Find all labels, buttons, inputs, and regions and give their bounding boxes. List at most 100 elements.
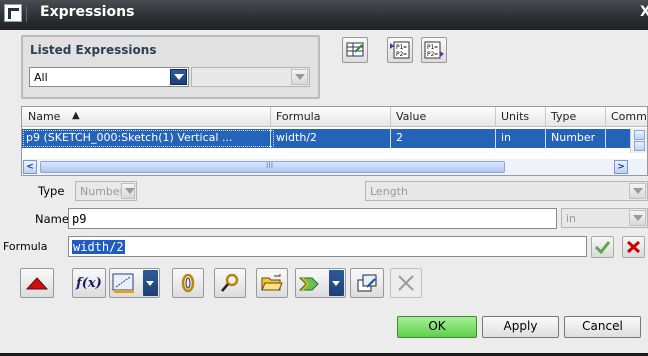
column-divider[interactable]: [390, 107, 391, 127]
cancel-button[interactable]: Cancel: [564, 316, 641, 338]
close-icon: [626, 240, 641, 254]
chevron-down-icon: [146, 281, 154, 286]
collapse-up-icon: [25, 277, 49, 290]
horizontal-scroll-thumb[interactable]: III: [40, 161, 505, 173]
listed-filter-value: All: [34, 71, 48, 84]
svg-text:P2=: P2=: [396, 51, 407, 58]
import-p1-p2-icon: P1= P2=: [424, 41, 444, 59]
dialog-body: Listed Expressions All P1= P2= P1= P2= N…: [0, 30, 648, 356]
measure-button[interactable]: [109, 268, 160, 298]
listed-expressions-group: Listed Expressions All: [21, 35, 320, 99]
open-folder-icon: [261, 274, 283, 291]
listed-secondary-dropdown[interactable]: [191, 67, 310, 87]
formula-editor-dropdown[interactable]: [329, 270, 344, 296]
delete-button[interactable]: [390, 268, 422, 298]
chevron-down-icon: [332, 281, 340, 286]
name-label: Name: [35, 212, 69, 226]
delete-icon: [398, 275, 414, 291]
measure-dropdown[interactable]: [143, 270, 158, 296]
ok-button[interactable]: OK: [397, 316, 477, 338]
accept-edit-button[interactable]: [591, 236, 614, 258]
cell-units: in: [501, 131, 512, 144]
close-button[interactable]: X: [640, 4, 648, 22]
formula-editor-button[interactable]: [295, 268, 346, 298]
interpart-icon: [357, 274, 377, 292]
formula-label: Formula: [3, 240, 48, 253]
scroll-grip: III: [266, 161, 274, 170]
scroll-right-button[interactable]: >: [614, 160, 628, 174]
listed-expressions-title: Listed Expressions: [30, 43, 157, 57]
cell-divider: [390, 129, 391, 148]
apply-button[interactable]: Apply: [482, 316, 559, 338]
cell-formula: width/2: [276, 131, 318, 144]
interpart-button[interactable]: [350, 268, 384, 298]
col-header-type[interactable]: Type: [551, 110, 576, 123]
spreadsheet-button[interactable]: [342, 37, 368, 63]
column-divider[interactable]: [545, 107, 546, 127]
svg-text:P2=: P2=: [427, 51, 438, 58]
column-divider[interactable]: [605, 107, 606, 127]
chevron-down-icon[interactable]: [629, 183, 646, 199]
name-field[interactable]: p9: [68, 208, 557, 229]
listed-filter-dropdown[interactable]: All: [29, 67, 189, 87]
column-divider[interactable]: [270, 107, 271, 127]
title-bar[interactable]: Expressions X: [0, 0, 648, 30]
function-fx-icon: f(x): [76, 275, 102, 291]
cell-value: 2: [396, 131, 403, 144]
reference-button[interactable]: [172, 268, 204, 298]
svg-text:P1=: P1=: [396, 44, 407, 51]
cell-divider: [545, 129, 546, 148]
col-header-formula[interactable]: Formula: [276, 110, 320, 123]
link-icon: [221, 273, 239, 292]
scroll-up-icon[interactable]: [634, 130, 645, 140]
export-p1-p2-icon: P1= P2=: [390, 41, 410, 59]
column-divider[interactable]: [495, 107, 496, 127]
reference-icon: [181, 273, 195, 293]
spreadsheet-icon: [346, 42, 364, 57]
table-header: Name ▲ Formula Value Units Type Comm: [22, 107, 647, 127]
units-value: in: [566, 212, 577, 225]
units-dropdown[interactable]: in: [561, 208, 648, 228]
col-header-value[interactable]: Value: [396, 110, 426, 123]
scroll-down-icon[interactable]: [634, 141, 645, 151]
export-button[interactable]: P1= P2=: [387, 37, 413, 63]
name-value: p9: [72, 212, 87, 226]
dimension-value: Length: [370, 185, 408, 198]
measure-icon: [112, 273, 134, 293]
import-button[interactable]: P1= P2=: [421, 37, 447, 63]
window-title: Expressions: [40, 4, 135, 20]
app-icon: [4, 4, 22, 22]
formula-value-wrapper: width/2: [72, 240, 125, 254]
checkmark-icon: [594, 241, 611, 255]
cell-divider: [605, 129, 606, 148]
chevron-down-icon[interactable]: [121, 183, 135, 199]
horizontal-scrollbar[interactable]: < III >: [22, 159, 647, 175]
col-header-units[interactable]: Units: [501, 110, 529, 123]
dimension-dropdown[interactable]: Length: [365, 181, 648, 201]
scroll-left-button[interactable]: <: [23, 160, 37, 174]
cell-name: p9 (SKETCH_000:Sketch(1) Vertical ...: [26, 131, 233, 144]
formula-field[interactable]: width/2: [68, 236, 587, 257]
svg-text:P1=: P1=: [427, 44, 438, 51]
sort-ascending-icon: ▲: [72, 110, 80, 121]
type-label: Type: [38, 184, 65, 198]
vertical-scrollbar[interactable]: [630, 128, 647, 153]
type-value: Number: [80, 185, 125, 198]
title-separator: [26, 6, 27, 22]
cell-type: Number: [551, 131, 596, 144]
cell-divider: [270, 129, 271, 148]
function-button[interactable]: f(x): [72, 268, 106, 298]
open-folder-button[interactable]: [256, 268, 288, 298]
col-header-comment[interactable]: Comm: [611, 110, 647, 123]
expressions-table: Name ▲ Formula Value Units Type Comm p9 …: [21, 106, 648, 176]
type-dropdown[interactable]: Number: [75, 181, 137, 201]
table-row[interactable]: p9 (SKETCH_000:Sketch(1) Vertical ... wi…: [22, 129, 647, 148]
reject-edit-button[interactable]: [622, 236, 645, 258]
chevron-down-icon[interactable]: [170, 69, 187, 85]
chevron-down-icon[interactable]: [291, 69, 308, 85]
col-header-name[interactable]: Name: [28, 110, 60, 123]
collapse-button[interactable]: [20, 268, 54, 298]
cell-divider: [495, 129, 496, 148]
link-button[interactable]: [214, 268, 246, 298]
chevron-down-icon[interactable]: [629, 210, 646, 226]
